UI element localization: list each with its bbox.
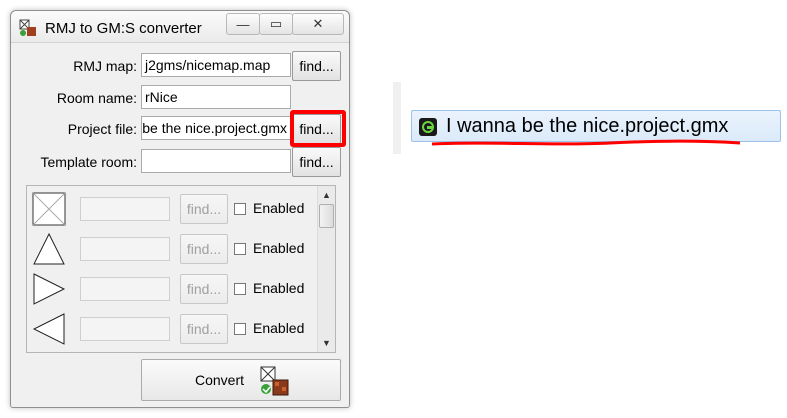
close-button[interactable]: ✕ xyxy=(292,13,344,35)
enabled-label: Enabled xyxy=(253,280,305,296)
panel-row-input[interactable] xyxy=(80,197,170,221)
enabled-label: Enabled xyxy=(253,320,305,336)
enabled-checkbox[interactable] xyxy=(234,283,246,295)
convert-icon xyxy=(260,366,289,396)
template-room-label: Template room: xyxy=(40,154,137,170)
enabled-checkbox[interactable] xyxy=(234,243,246,255)
panel-row-find-button[interactable]: find... xyxy=(180,234,228,264)
room-name-label: Room name: xyxy=(56,90,137,106)
triangle-right-icon xyxy=(33,273,66,305)
convert-label: Convert xyxy=(195,372,245,388)
converter-window: RMJ to GM:S converter — ▭ ✕ RMJ map: j2g… xyxy=(10,10,350,408)
project-file-value: I wanna be the nice.project.gmx xyxy=(142,120,287,136)
panel-row: find... Enabled xyxy=(27,309,317,349)
object-panel: find... Enabled find... Enabled find... … xyxy=(26,185,336,353)
title-bar: RMJ to GM:S converter — ▭ ✕ xyxy=(11,11,349,43)
enabled-label: Enabled xyxy=(253,200,305,216)
highlight-box xyxy=(290,110,346,147)
triangle-left-icon xyxy=(32,313,65,345)
window-title: RMJ to GM:S converter xyxy=(45,20,202,37)
close-icon: ✕ xyxy=(312,16,324,31)
room-name-input[interactable]: rNice xyxy=(141,85,291,109)
panel-row: find... Enabled xyxy=(27,229,317,269)
enabled-label: Enabled xyxy=(253,240,305,256)
panel-row-input[interactable] xyxy=(80,237,170,261)
square-cross-icon xyxy=(32,192,66,226)
maximize-button[interactable]: ▭ xyxy=(259,13,293,35)
panel-scrollbar[interactable]: ▲ ▼ xyxy=(317,186,335,352)
template-room-input[interactable] xyxy=(141,149,291,173)
panel-row-find-button[interactable]: find... xyxy=(180,194,228,224)
panel-row-find-button[interactable]: find... xyxy=(180,314,228,344)
rmj-map-label: RMJ map: xyxy=(73,58,137,74)
minimize-icon: — xyxy=(236,16,250,32)
app-icon xyxy=(19,19,36,36)
template-room-find-button[interactable]: find... xyxy=(292,147,341,177)
scroll-thumb[interactable] xyxy=(319,204,334,228)
minimize-button[interactable]: — xyxy=(226,13,260,35)
convert-button[interactable]: Convert xyxy=(141,359,341,401)
triangle-up-icon xyxy=(33,232,65,265)
rmj-map-input[interactable]: j2gms/nicemap.map xyxy=(141,53,291,77)
panel-row-input[interactable] xyxy=(80,317,170,341)
maximize-icon: ▭ xyxy=(269,16,283,31)
panel-row-input[interactable] xyxy=(80,277,170,301)
panel-row: find... Enabled xyxy=(27,269,317,309)
rmj-map-find-button[interactable]: find... xyxy=(292,51,341,81)
project-file-name: I wanna be the nice.project.gmx xyxy=(446,115,729,137)
explorer-strip xyxy=(393,82,401,154)
panel-row: find... Enabled xyxy=(27,189,317,229)
underline-annotation xyxy=(431,139,741,146)
panel-row-find-button[interactable]: find... xyxy=(180,274,228,304)
project-file-label: Project file: xyxy=(67,121,137,137)
gamemaker-file-icon xyxy=(419,118,437,136)
enabled-checkbox[interactable] xyxy=(234,323,246,335)
scroll-up-icon[interactable]: ▲ xyxy=(318,186,335,203)
scroll-down-icon[interactable]: ▼ xyxy=(318,334,335,351)
project-file-input[interactable]: I wanna be the nice.project.gmx xyxy=(141,116,291,140)
enabled-checkbox[interactable] xyxy=(234,203,246,215)
